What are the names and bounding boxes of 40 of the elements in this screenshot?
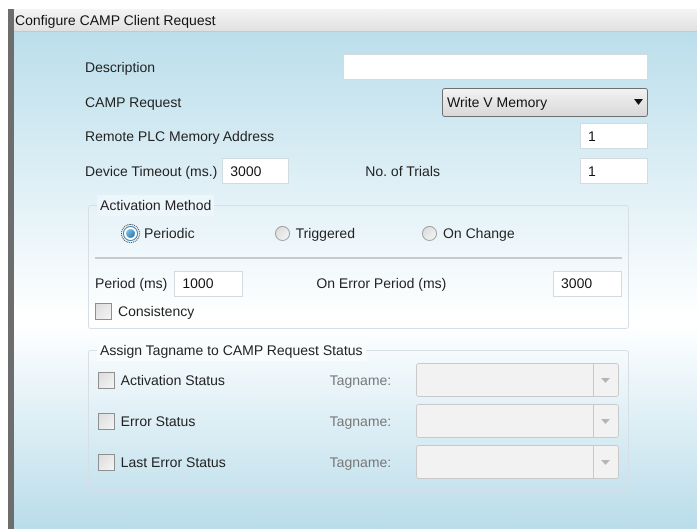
dropdown-caret-icon [601, 378, 610, 382]
description-label: Description [85, 58, 156, 77]
status-label: Last Error Status [120, 452, 227, 472]
status-label: Activation Status [120, 370, 226, 390]
checkbox[interactable] [98, 454, 115, 470]
tagname-label: Tagname: [330, 452, 392, 472]
device-timeout-label: Device Timeout (ms.) [85, 162, 218, 181]
consistency-label: Consistency [118, 302, 194, 321]
radio-label: On Change [443, 224, 515, 243]
error-period-field[interactable]: 3000 [553, 270, 622, 296]
tagname-dropdown[interactable] [416, 404, 619, 438]
checkbox[interactable] [95, 303, 112, 320]
camp-request-label: CAMP Request [85, 92, 182, 112]
remote-address-label: Remote PLC Memory Address [85, 126, 274, 146]
window-title: Configure CAMP Client Request [14, 9, 697, 32]
period-label: Period (ms) [95, 274, 168, 293]
period-field[interactable]: 1000 [174, 270, 244, 296]
device-timeout-field[interactable]: 3000 [222, 158, 290, 184]
checkbox[interactable] [98, 372, 115, 388]
camp-request-dropdown[interactable]: Write V Memory [442, 88, 648, 116]
tagname-label: Tagname: [330, 412, 392, 431]
checkbox[interactable] [98, 412, 115, 430]
tagname-dropdown[interactable] [416, 445, 619, 479]
trials-field[interactable]: 1 [580, 158, 648, 184]
radio-button[interactable] [123, 226, 138, 240]
tagname-label: Tagname: [330, 370, 392, 390]
dropdown-caret-icon [634, 99, 643, 105]
tagname-dropdown[interactable] [416, 363, 619, 397]
trials-label: No. of Trials [365, 162, 440, 180]
dropdown-caret-icon [601, 418, 610, 424]
radio-label: Periodic [144, 224, 195, 242]
activation-group-title: Activation Method [97, 195, 214, 216]
radio-button[interactable] [274, 226, 290, 240]
remote-address-field[interactable]: 1 [580, 123, 648, 149]
error-period-label: On Error Period (ms) [316, 274, 446, 293]
dropdown-caret-icon [601, 460, 610, 464]
status-label: Error Status [120, 412, 196, 430]
radio-label: Triggered [296, 224, 355, 243]
description-field[interactable] [343, 54, 648, 80]
radio-button[interactable] [422, 226, 437, 240]
